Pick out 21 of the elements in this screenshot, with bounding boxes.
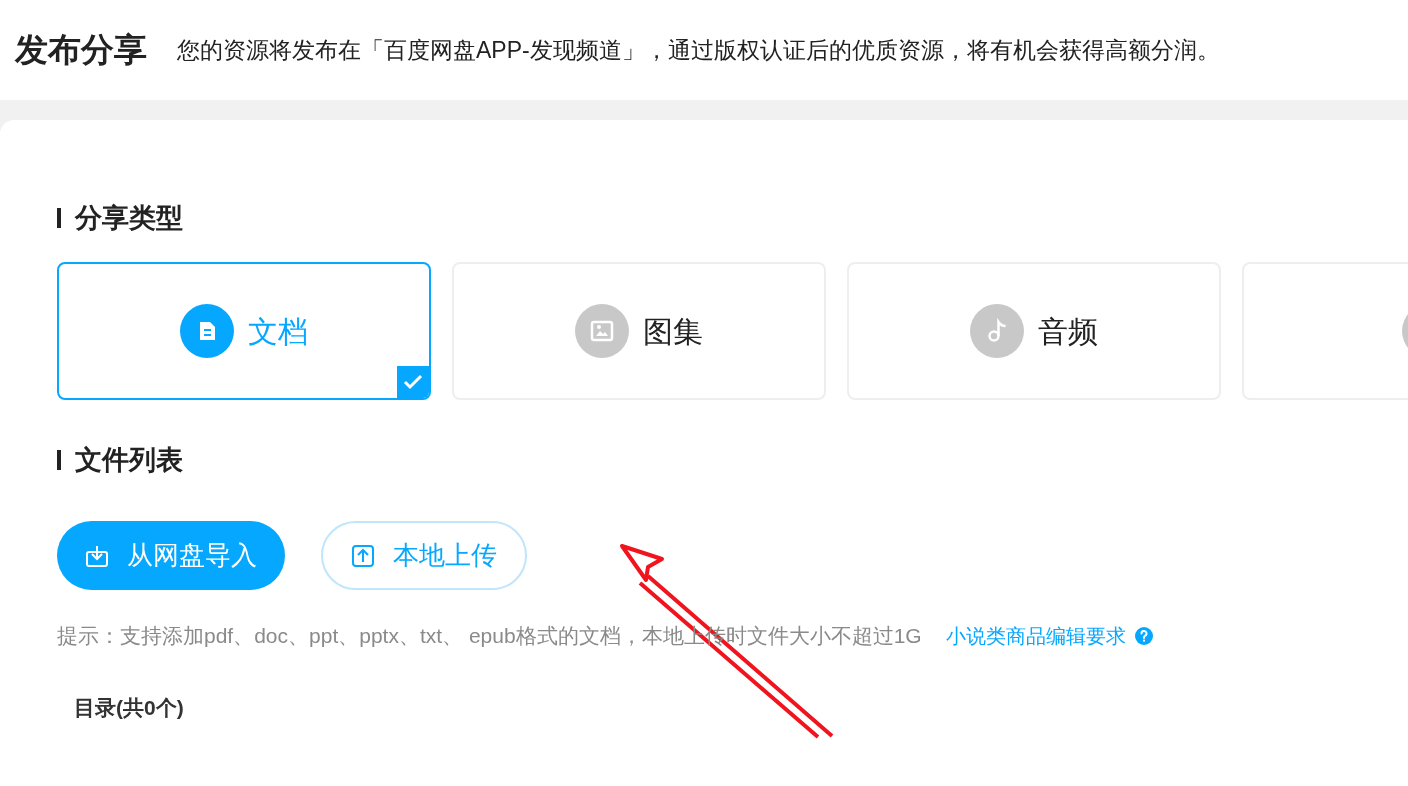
- check-badge-icon: [397, 366, 429, 398]
- share-type-card[interactable]: 文档: [57, 262, 431, 400]
- page-description: 您的资源将发布在「百度网盘APP-发现频道」，通过版权认证后的优质资源，将有机会获得高额分润。: [177, 35, 1220, 65]
- share-type-card[interactable]: 图集: [452, 262, 826, 400]
- document-icon: [180, 304, 234, 358]
- requirements-link[interactable]: 小说类商品编辑要求: [945, 620, 1126, 651]
- upload-icon: [351, 543, 375, 568]
- import-icon: [85, 543, 109, 568]
- catalog-count: 目录(共0个): [74, 694, 184, 721]
- share-type-label: 图集: [643, 313, 703, 350]
- upload-button[interactable]: 本地上传: [321, 521, 527, 590]
- section-heading: 分享类型: [75, 201, 183, 235]
- audio-icon: [970, 304, 1024, 358]
- import-button[interactable]: 从网盘导入: [57, 521, 285, 590]
- share-type-label: 音频: [1038, 313, 1098, 350]
- page-title: 发布分享: [15, 30, 147, 71]
- section-heading: 文件列表: [75, 443, 183, 477]
- help-icon[interactable]: [1133, 625, 1154, 646]
- gallery-icon: [575, 304, 629, 358]
- share-type-card[interactable]: 音频: [847, 262, 1221, 400]
- share-type-label: 文档: [248, 313, 308, 350]
